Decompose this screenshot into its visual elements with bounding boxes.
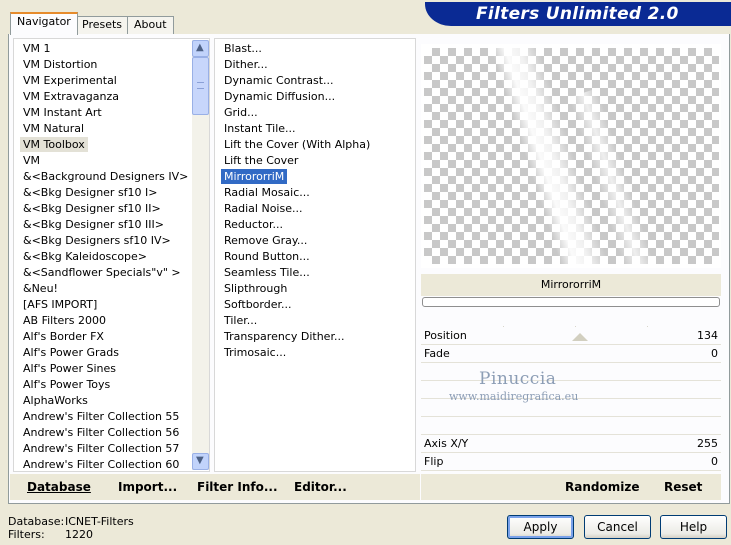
arrow-down-icon: ▼: [196, 455, 204, 466]
filter-item[interactable]: Softborder...: [221, 297, 295, 312]
param-row[interactable]: [421, 417, 721, 435]
cancel-button[interactable]: Cancel: [584, 515, 651, 539]
category-item[interactable]: VM Instant Art: [20, 105, 105, 120]
category-item[interactable]: VM Toolbox: [20, 137, 88, 152]
category-item[interactable]: AlphaWorks: [20, 393, 91, 408]
filters-status-label: Filters:: [8, 528, 45, 541]
help-button[interactable]: Help: [660, 515, 727, 539]
grip-icon: [197, 82, 204, 89]
category-item[interactable]: &Neu!: [20, 281, 61, 296]
tab-about[interactable]: About: [127, 16, 174, 34]
category-item[interactable]: [AFS IMPORT]: [20, 297, 100, 312]
category-item[interactable]: Alf's Power Toys: [20, 377, 113, 392]
filter-item[interactable]: Grid...: [221, 105, 261, 120]
progress-bar: [422, 297, 720, 307]
randomize-button[interactable]: Randomize: [565, 480, 639, 494]
reset-button[interactable]: Reset: [664, 480, 702, 494]
filter-item[interactable]: Lift the Cover: [221, 153, 301, 168]
filter-item[interactable]: Seamless Tile...: [221, 265, 313, 280]
category-item[interactable]: VM: [20, 153, 43, 168]
apply-button[interactable]: Apply: [507, 515, 574, 539]
param-row[interactable]: Flip 0: [421, 453, 721, 471]
arrow-up-icon: ▲: [196, 42, 204, 53]
param-row[interactable]: Axis X/Y 255: [421, 435, 721, 453]
scroll-thumb[interactable]: [192, 57, 209, 115]
category-item[interactable]: &<Background Designers IV>: [20, 169, 191, 184]
filter-item[interactable]: Instant Tile...: [221, 121, 299, 136]
param-value: 134: [697, 329, 718, 342]
category-item[interactable]: VM Extravaganza: [20, 89, 122, 104]
filter-item[interactable]: Transparency Dither...: [221, 329, 347, 344]
category-item[interactable]: &<Bkg Designer sf10 II>: [20, 201, 164, 216]
tab-presets[interactable]: Presets: [75, 16, 130, 34]
filter-item[interactable]: Radial Noise...: [221, 201, 305, 216]
category-item[interactable]: AB Filters 2000: [20, 313, 109, 328]
category-item[interactable]: &<Bkg Designer sf10 III>: [20, 217, 167, 232]
app-title: Filters Unlimited 2.0: [476, 4, 679, 24]
category-item[interactable]: VM Distortion: [20, 57, 100, 72]
filter-list[interactable]: Blast... Dither... Dynamic Contrast... Dyna…: [214, 38, 416, 472]
category-list[interactable]: VM 1 VM Distortion VM Experimental VM Extra…: [13, 38, 210, 472]
filter-item[interactable]: Trimosaic...: [221, 345, 289, 360]
param-label: Position: [424, 329, 467, 342]
category-item[interactable]: Andrew's Filter Collection 56: [20, 425, 182, 440]
category-item[interactable]: Andrew's Filter Collection 57: [20, 441, 182, 456]
filter-item[interactable]: Dither...: [221, 57, 271, 72]
category-item[interactable]: &<Bkg Designers sf10 IV>: [20, 233, 174, 248]
param-value: 0: [711, 347, 718, 360]
param-row[interactable]: Fade 0: [421, 345, 721, 363]
filter-item[interactable]: Dynamic Contrast...: [221, 73, 337, 88]
param-label: Flip: [424, 455, 444, 468]
scroll-up-button[interactable]: ▲: [192, 40, 209, 57]
param-row[interactable]: [421, 363, 721, 381]
position-slider-marker[interactable]: [572, 333, 588, 341]
category-scrollbar[interactable]: ▲ ▼: [192, 40, 209, 470]
database-button[interactable]: Database: [27, 480, 91, 494]
category-item[interactable]: &<Sandflower Specials"v" >: [20, 265, 184, 280]
category-item[interactable]: &<Bkg Designer sf10 I>: [20, 185, 161, 200]
category-item[interactable]: VM Natural: [20, 121, 87, 136]
category-item[interactable]: Alf's Border FX: [20, 329, 107, 344]
param-value: 255: [697, 437, 718, 450]
filter-item[interactable]: Remove Gray...: [221, 233, 310, 248]
category-item[interactable]: Andrew's Filter Collection 55: [20, 409, 182, 424]
watermark-name: Pinuccia: [479, 369, 557, 389]
param-label: Fade: [424, 347, 450, 360]
category-item[interactable]: Alf's Power Sines: [20, 361, 119, 376]
preview-image: [424, 48, 719, 264]
param-label: Axis X/Y: [424, 437, 469, 450]
filter-item[interactable]: Lift the Cover (With Alpha): [221, 137, 373, 152]
selected-filter-name: MirrororriM: [421, 274, 721, 296]
category-item[interactable]: VM 1: [20, 41, 54, 56]
param-row[interactable]: Position 134: [421, 327, 721, 345]
filter-info-button[interactable]: Filter Info...: [197, 480, 278, 494]
editor-button[interactable]: Editor...: [294, 480, 347, 494]
param-value: 0: [711, 455, 718, 468]
category-item[interactable]: &<Bkg Kaleidoscope>: [20, 249, 150, 264]
database-status-value: ICNET-Filters: [65, 515, 134, 528]
watermark-url: www.maidiregrafica.eu: [449, 390, 579, 403]
filter-item[interactable]: Slipthrough: [221, 281, 290, 296]
category-item[interactable]: Alf's Power Grads: [20, 345, 122, 360]
filter-item[interactable]: Dynamic Diffusion...: [221, 89, 338, 104]
import-button[interactable]: Import...: [118, 480, 177, 494]
filter-item[interactable]: Reductor...: [221, 217, 286, 232]
filters-status-value: 1220: [65, 528, 93, 541]
filter-item[interactable]: Tiler...: [221, 313, 260, 328]
database-status-label: Database:: [8, 515, 65, 528]
filter-item[interactable]: Blast...: [221, 41, 265, 56]
filter-item[interactable]: Round Button...: [221, 249, 313, 264]
filter-item[interactable]: MirrororriM: [221, 169, 288, 184]
filter-item[interactable]: Radial Mosaic...: [221, 185, 313, 200]
scroll-down-button[interactable]: ▼: [192, 453, 209, 470]
database-label: Database: [27, 480, 91, 494]
category-item[interactable]: Andrew's Filter Collection 60: [20, 457, 182, 471]
tab-navigator[interactable]: Navigator: [10, 12, 78, 35]
category-item[interactable]: VM Experimental: [20, 73, 120, 88]
